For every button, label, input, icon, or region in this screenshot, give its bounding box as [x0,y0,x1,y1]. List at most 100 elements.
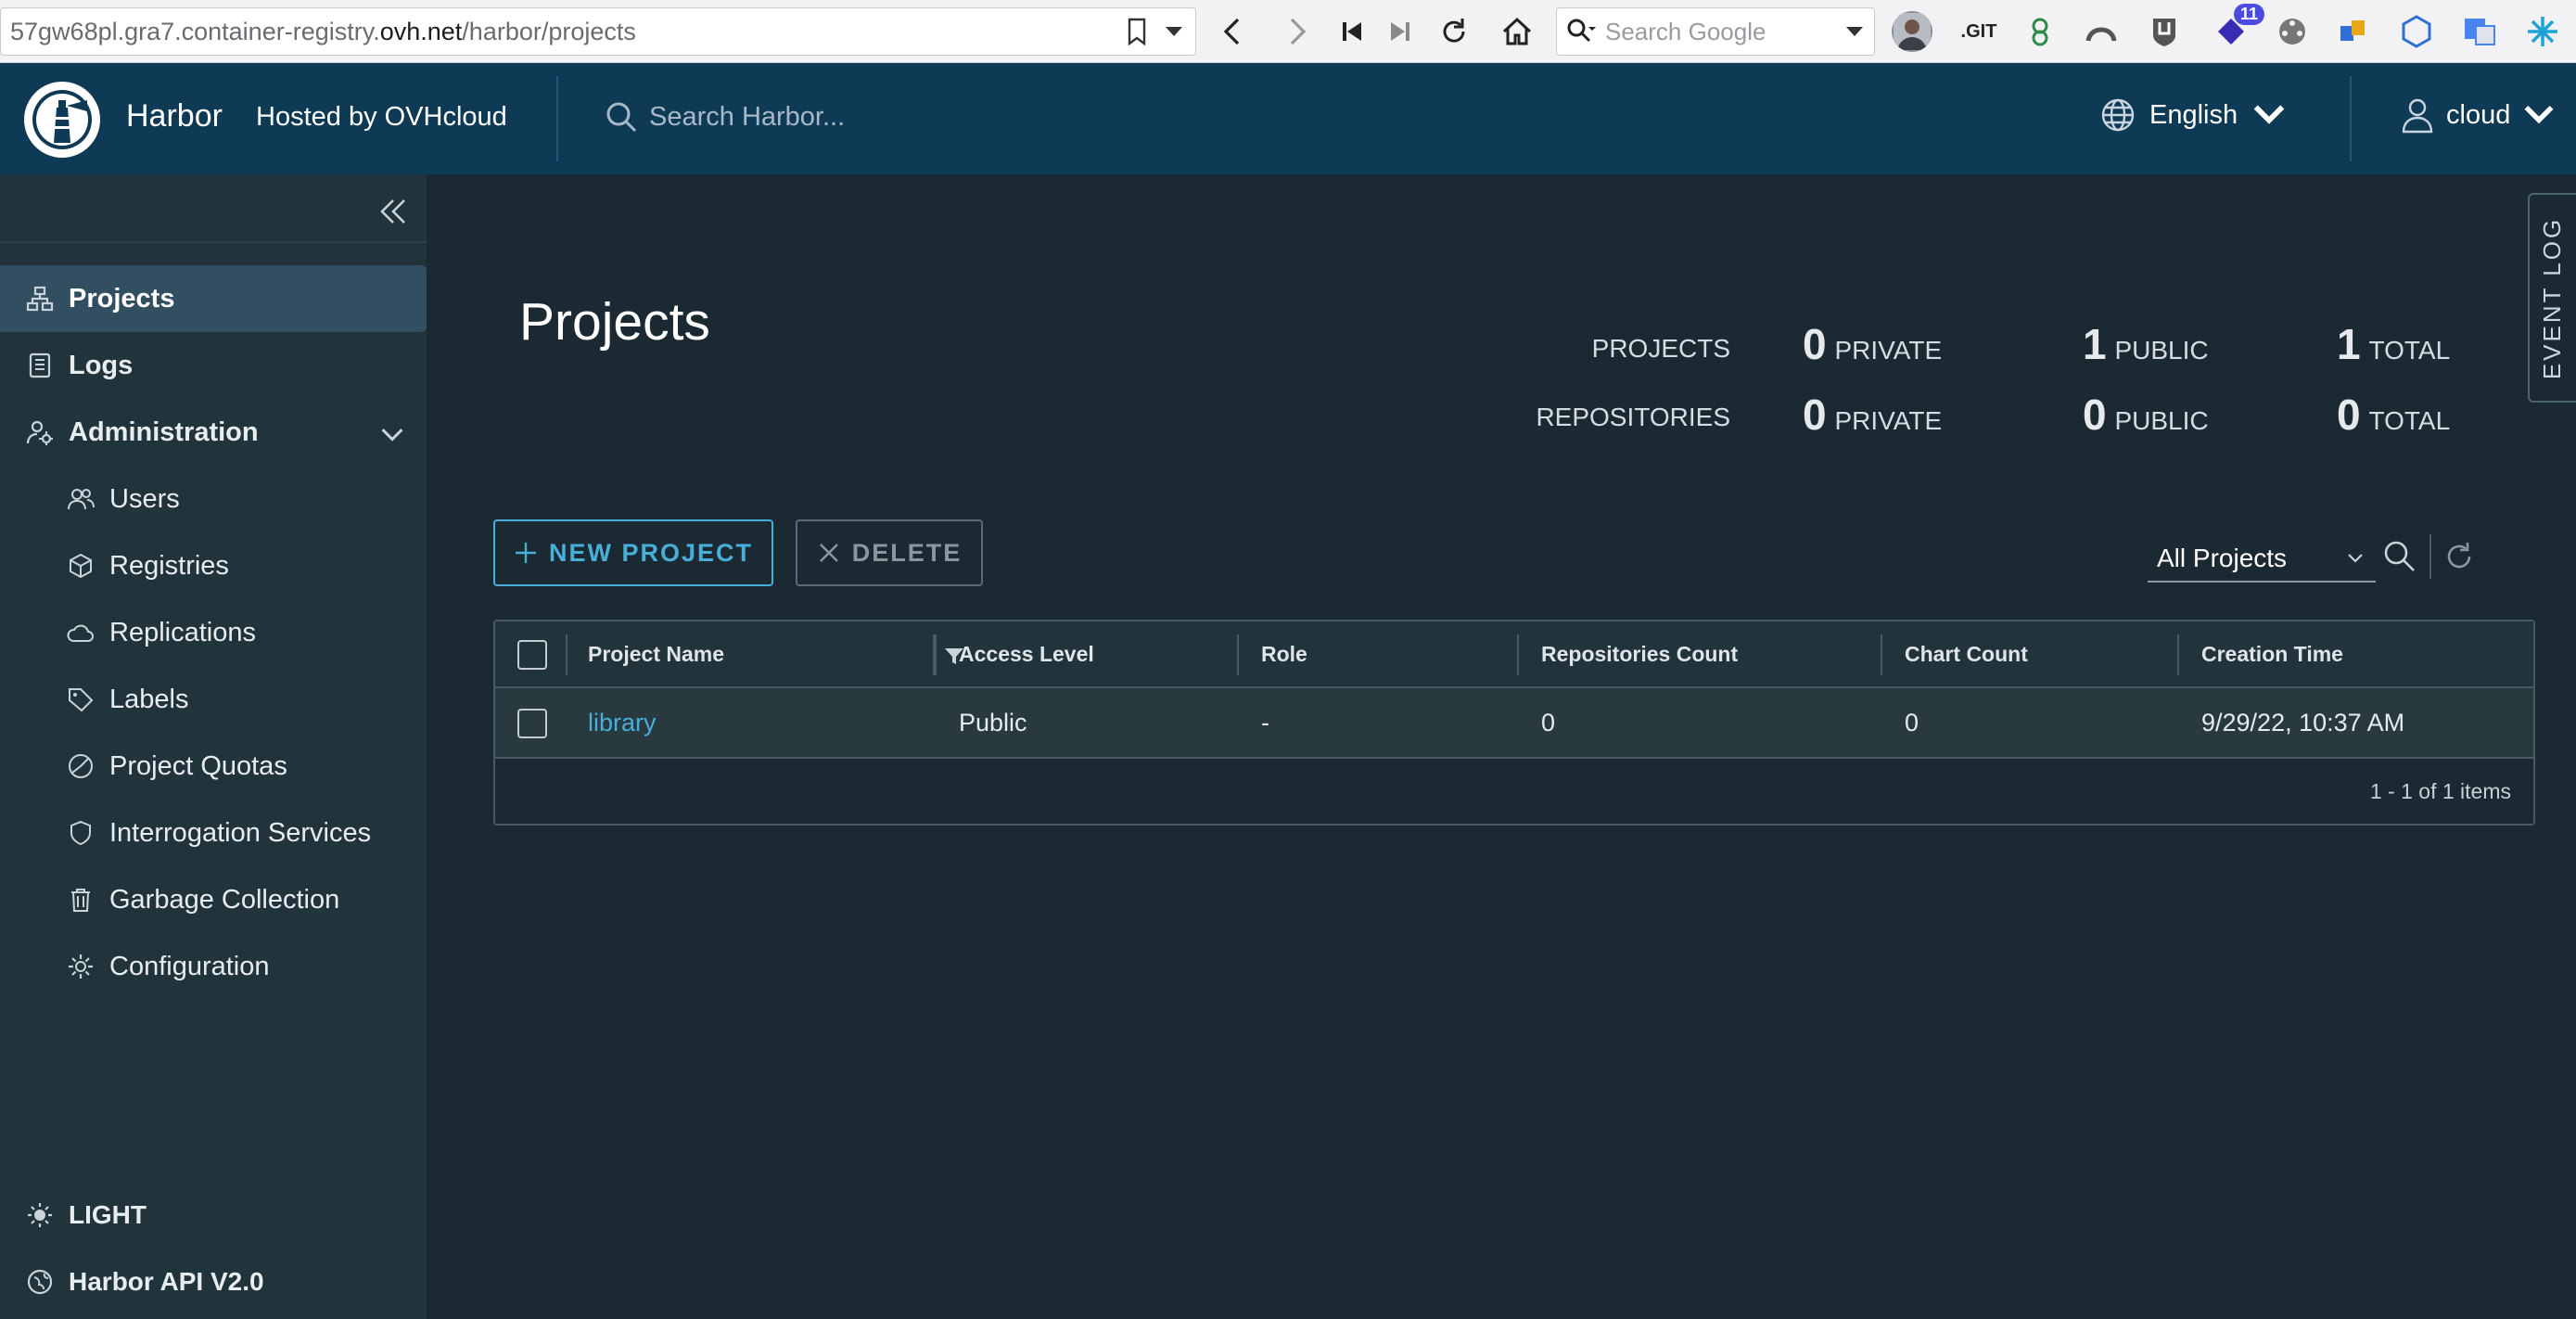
home-icon [1502,17,1532,45]
column-header-creation-time[interactable]: Creation Time [2201,642,2343,667]
sidebar-item-projects[interactable]: Projects [0,265,427,332]
close-icon [819,544,838,562]
event-log-tab[interactable]: EVENT LOG [2528,193,2576,403]
lighthouse-icon [32,90,92,149]
extension-badge-count: 11 [2233,4,2264,25]
harbor-logo[interactable] [24,82,100,158]
sidebar-item-label: Replications [109,617,256,647]
header-divider-right [2350,76,2352,161]
column-header-chart-count[interactable]: Chart Count [1905,642,2028,667]
column-header-access-level[interactable]: Access Level [959,642,1094,667]
person-photo-icon [1894,13,1931,50]
administration-icon [26,420,53,445]
extension-shield[interactable] [2144,11,2185,52]
collapse-sidebar-icon[interactable] [375,193,412,230]
skip-back-button[interactable] [1333,13,1371,50]
new-project-button[interactable]: NEW PROJECT [493,519,773,586]
home-button[interactable] [1498,13,1536,50]
gear-icon [69,954,93,979]
sidebar-item-configuration[interactable]: Configuration [0,933,427,1000]
column-header-role[interactable]: Role [1261,642,1307,667]
chevron-down-icon[interactable] [378,421,406,449]
reload-button[interactable] [1435,13,1473,50]
search-engine-icon [1567,19,1596,43]
summary-projects-total: 1 TOTAL [2337,320,2451,368]
url-dropdown-icon[interactable] [1166,27,1182,36]
extension-hex[interactable] [2396,11,2437,52]
bookmark-icon[interactable] [1127,18,1147,45]
column-header-repositories-count[interactable]: Repositories Count [1541,642,1738,667]
globe-icon [2101,98,2135,132]
role-cell: - [1261,709,1269,736]
header-divider [556,76,558,161]
table-header: Project Name Access Level Role Repositor… [495,621,2533,688]
address-bar[interactable]: 57gw68pl.gra7.container-registry. ovh.net… [0,7,1196,56]
extension-boxes[interactable] [2333,11,2374,52]
extension-film[interactable] [2272,11,2313,52]
search-icon[interactable] [2381,538,2418,575]
skip-back-icon [1343,22,1361,41]
summary-projects-public: 1 PUBLIC [2083,320,2209,368]
extension-sparkle[interactable] [2522,11,2563,52]
sparkle-icon [2528,17,2557,46]
skip-forward-button[interactable] [1382,13,1419,50]
sidebar-item-label: Logs [69,350,134,380]
profile-avatar[interactable] [1892,11,1932,52]
table-row: library Public - 0 0 9/29/22, 10:37 AM [495,688,2533,759]
sidebar-item-garbage-collection[interactable]: Garbage Collection [0,866,427,933]
column-divider [1517,634,1519,675]
extension-translate[interactable] [2459,11,2500,52]
sidebar-divider [0,241,427,243]
forward-button[interactable] [1278,13,1315,50]
sidebar-item-replications[interactable]: Replications [0,599,427,666]
app-header: Harbor Hosted by OVHcloud Search Harbor.… [0,63,2576,174]
trash-icon [71,889,90,912]
quotas-icon [69,754,93,778]
sidebar-item-interrogation-services[interactable]: Interrogation Services [0,800,427,866]
harbor-search-input[interactable]: Search Harbor... [603,98,845,135]
select-all-checkbox[interactable] [517,640,547,670]
sidebar-item-registries[interactable]: Registries [0,532,427,599]
git-extension[interactable]: .GIT [1958,11,1999,52]
language-selector[interactable]: English [2099,96,2288,134]
theme-toggle[interactable]: LIGHT [0,1187,427,1243]
extension-arc[interactable] [2081,11,2122,52]
back-button[interactable] [1215,13,1252,50]
sidebar-item-project-quotas[interactable]: Project Quotas [0,733,427,800]
refresh-icon[interactable] [2441,538,2478,575]
sidebar-item-administration[interactable]: Administration [0,399,427,466]
column-divider [2177,634,2179,675]
reload-icon [1443,19,1465,43]
browser-search-placeholder: Search Google [1605,17,1766,45]
project-name-link[interactable]: library [588,709,657,737]
sidebar-item-logs[interactable]: Logs [0,332,427,399]
sidebar-item-users[interactable]: Users [0,466,427,532]
labels-icon [69,688,94,712]
harbor-search-placeholder: Search Harbor... [649,101,846,132]
film-reel-icon [2279,19,2305,45]
delete-button[interactable]: DELETE [796,519,983,586]
brand-name[interactable]: Harbor [126,98,223,134]
search-dropdown-icon[interactable] [1846,27,1863,36]
sidebar-item-label: Projects [69,283,175,314]
user-icon [2402,98,2433,134]
column-divider [1881,634,1882,675]
pagination-summary: 1 - 1 of 1 items [2369,779,2511,803]
user-menu[interactable]: cloud [2400,96,2557,134]
arc-icon [2085,27,2117,42]
replications-icon [67,624,94,642]
project-filter-select[interactable]: All Projects [2148,536,2376,583]
extension-leaf[interactable] [2020,11,2060,52]
sidebar: Projects Logs Administration Users Regis… [0,174,427,1319]
extension-badge[interactable]: 11 [2211,4,2264,52]
harbor-api-label: Harbor API V2.0 [69,1267,264,1296]
creation-time-cell: 9/29/22, 10:37 AM [2201,709,2405,736]
harbor-api-link[interactable]: Harbor API V2.0 [0,1254,427,1310]
browser-search-input[interactable]: Search Google [1556,7,1875,56]
column-header-project-name[interactable]: Project Name [588,642,724,667]
row-checkbox[interactable] [517,709,547,738]
summary-repositories-total: 0 TOTAL [2337,391,2451,439]
user-name: cloud [2446,99,2511,130]
sidebar-item-labels[interactable]: Labels [0,666,427,733]
delete-label: DELETE [851,538,963,567]
